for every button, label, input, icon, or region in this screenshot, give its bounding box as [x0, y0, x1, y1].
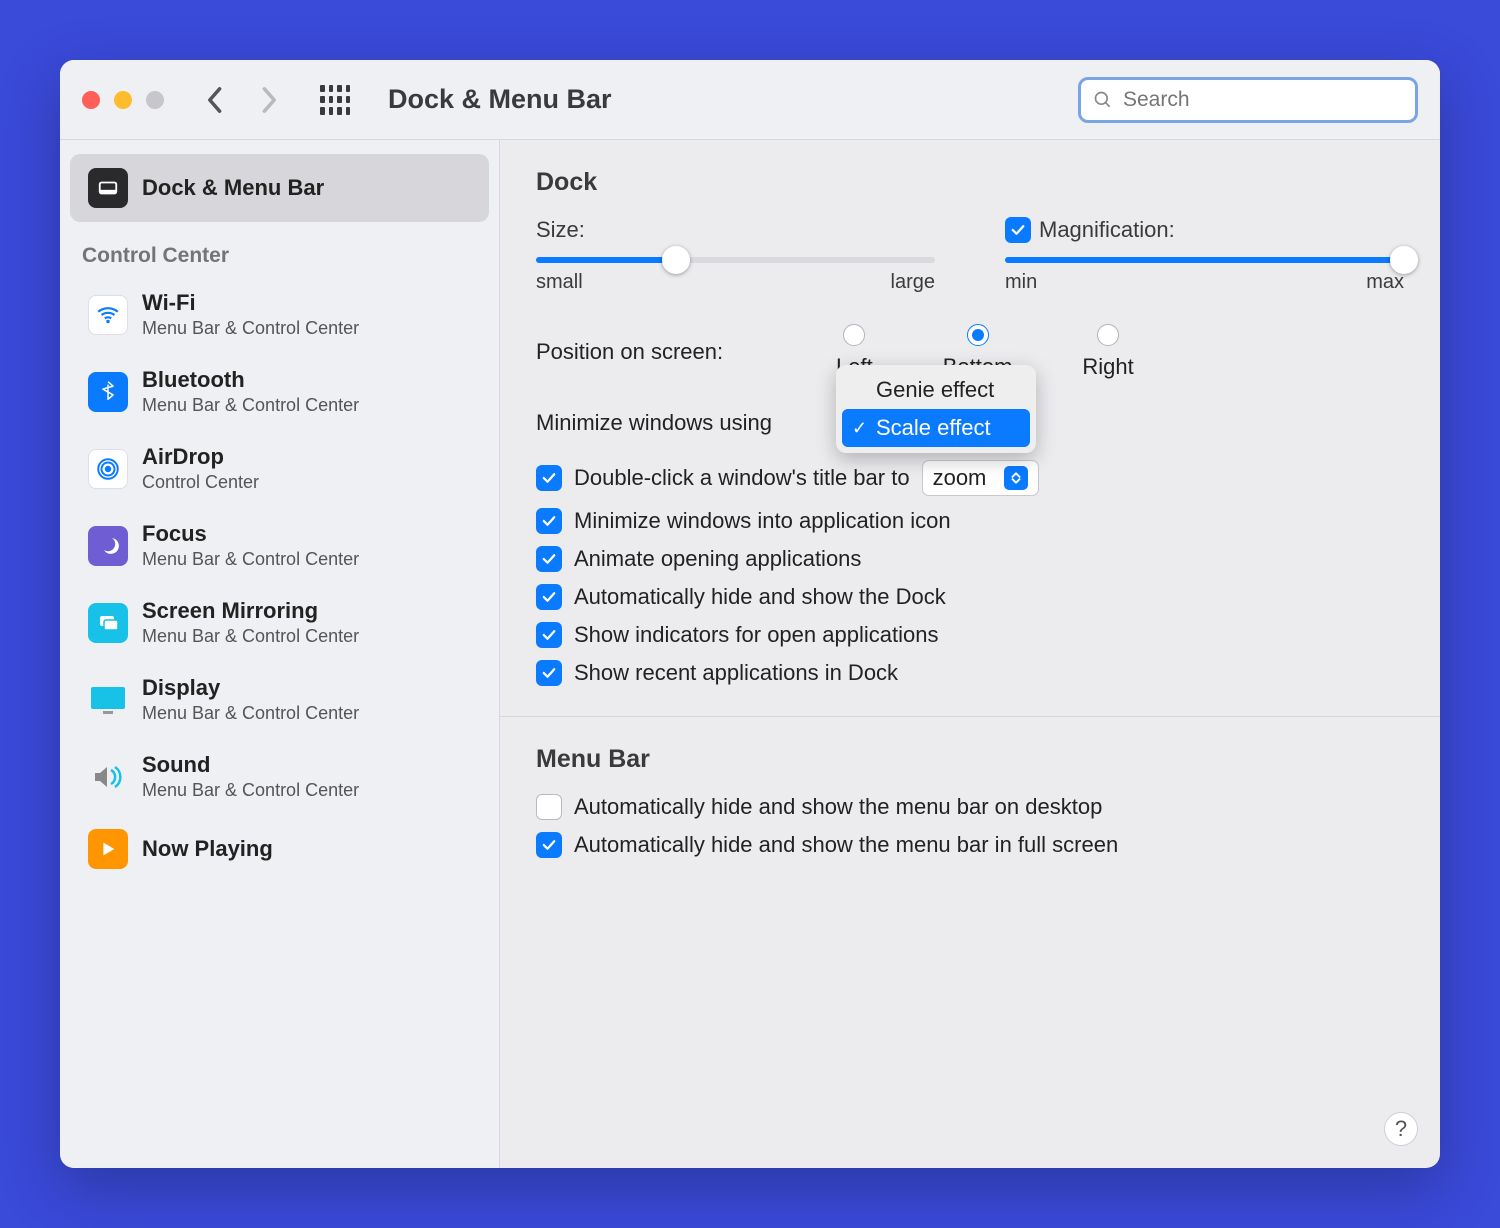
size-slider[interactable] — [536, 257, 935, 263]
doubleclick-label: Double-click a window's title bar to — [574, 465, 910, 491]
sidebar-item-label: Now Playing — [142, 836, 273, 862]
airdrop-icon — [88, 449, 128, 489]
sidebar-item-sublabel: Menu Bar & Control Center — [142, 703, 359, 724]
position-right-label: Right — [1082, 354, 1133, 380]
sidebar-item-display[interactable]: Display Menu Bar & Control Center — [70, 661, 489, 738]
magnification-label: Magnification: — [1039, 217, 1175, 243]
sidebar-item-sublabel: Menu Bar & Control Center — [142, 549, 359, 570]
position-left-radio[interactable] — [843, 324, 865, 346]
preferences-window: Dock & Menu Bar Dock & Menu Bar Control … — [60, 60, 1440, 1168]
opt-label: Show recent applications in Dock — [574, 660, 898, 686]
show-all-icon[interactable] — [320, 85, 350, 115]
display-icon — [88, 680, 128, 720]
sidebar-item-label: AirDrop — [142, 444, 259, 470]
search-field[interactable] — [1078, 77, 1418, 123]
sidebar-item-now-playing[interactable]: Now Playing — [70, 815, 489, 883]
sidebar-item-wifi[interactable]: Wi-Fi Menu Bar & Control Center — [70, 276, 489, 353]
back-button[interactable] — [204, 86, 224, 114]
sidebar-section-label: Control Center — [60, 222, 499, 276]
minimize-option-scale[interactable]: ✓ Scale effect — [842, 409, 1030, 447]
opt-label: Automatically hide and show the Dock — [574, 584, 946, 610]
opt-label: Automatically hide and show the menu bar… — [574, 794, 1102, 820]
sidebar-item-label: Wi-Fi — [142, 290, 359, 316]
sidebar-item-airdrop[interactable]: AirDrop Control Center — [70, 430, 489, 507]
close-window-button[interactable] — [82, 91, 100, 109]
show-recent-checkbox[interactable] — [536, 660, 562, 686]
sidebar-item-bluetooth[interactable]: Bluetooth Menu Bar & Control Center — [70, 353, 489, 430]
sidebar-item-dock-menubar[interactable]: Dock & Menu Bar — [70, 154, 489, 222]
dock-heading: Dock — [536, 168, 1404, 197]
sidebar-item-screen-mirroring[interactable]: Screen Mirroring Menu Bar & Control Cent… — [70, 584, 489, 661]
animate-opening-checkbox[interactable] — [536, 546, 562, 572]
sidebar: Dock & Menu Bar Control Center Wi-Fi Men… — [60, 140, 500, 1168]
sidebar-item-sublabel: Menu Bar & Control Center — [142, 318, 359, 339]
minimize-into-icon-checkbox[interactable] — [536, 508, 562, 534]
size-max-label: large — [891, 271, 935, 294]
sidebar-item-label: Dock & Menu Bar — [142, 175, 324, 201]
sidebar-item-sound[interactable]: Sound Menu Bar & Control Center — [70, 738, 489, 815]
size-label: Size: — [536, 217, 935, 243]
sidebar-item-sublabel: Menu Bar & Control Center — [142, 395, 359, 416]
size-min-label: small — [536, 271, 583, 294]
titlebar: Dock & Menu Bar — [60, 60, 1440, 140]
checkmark-icon: ✓ — [852, 418, 867, 439]
sidebar-item-focus[interactable]: Focus Menu Bar & Control Center — [70, 507, 489, 584]
wifi-icon — [88, 295, 128, 335]
minimize-option-genie[interactable]: Genie effect — [842, 371, 1030, 409]
opt-label: Show indicators for open applications — [574, 622, 938, 648]
minimize-dropdown[interactable]: Genie effect ✓ Scale effect — [836, 365, 1036, 453]
size-slider-knob[interactable] — [662, 246, 690, 274]
opt-label: Animate opening applications — [574, 546, 861, 572]
screen-mirroring-icon — [88, 603, 128, 643]
help-button[interactable]: ? — [1384, 1112, 1418, 1146]
sidebar-item-label: Focus — [142, 521, 359, 547]
show-indicators-checkbox[interactable] — [536, 622, 562, 648]
opt-label: Automatically hide and show the menu bar… — [574, 832, 1118, 858]
search-input[interactable] — [1123, 88, 1403, 112]
sidebar-item-label: Display — [142, 675, 359, 701]
window-controls — [82, 91, 164, 109]
focus-icon — [88, 526, 128, 566]
menubar-panel: Menu Bar Automatically hide and show the… — [500, 717, 1440, 888]
dock-icon — [88, 168, 128, 208]
position-label: Position on screen: — [536, 339, 816, 365]
search-icon — [1093, 90, 1113, 110]
now-playing-icon — [88, 829, 128, 869]
sidebar-item-sublabel: Menu Bar & Control Center — [142, 626, 359, 647]
doubleclick-checkbox[interactable] — [536, 465, 562, 491]
position-bottom-radio[interactable] — [967, 324, 989, 346]
sidebar-item-sublabel: Menu Bar & Control Center — [142, 780, 359, 801]
content-pane: Dock Size: small large — [500, 140, 1440, 1168]
position-right-radio[interactable] — [1097, 324, 1119, 346]
magnification-slider[interactable] — [1005, 257, 1404, 263]
magnification-checkbox[interactable] — [1005, 217, 1031, 243]
forward-button[interactable] — [260, 86, 280, 114]
dock-panel: Dock Size: small large — [500, 140, 1440, 717]
sidebar-item-label: Screen Mirroring — [142, 598, 359, 624]
sound-icon — [88, 757, 128, 797]
sidebar-item-label: Sound — [142, 752, 359, 778]
autohide-menubar-desktop-checkbox[interactable] — [536, 794, 562, 820]
autohide-menubar-fullscreen-checkbox[interactable] — [536, 832, 562, 858]
nav-arrows — [204, 86, 280, 114]
window-title: Dock & Menu Bar — [388, 84, 1078, 115]
doubleclick-select[interactable]: zoom — [922, 460, 1040, 496]
menubar-heading: Menu Bar — [536, 745, 1404, 774]
minimize-label: Minimize windows using — [536, 410, 772, 436]
sidebar-item-label: Bluetooth — [142, 367, 359, 393]
minimize-window-button[interactable] — [114, 91, 132, 109]
opt-label: Minimize windows into application icon — [574, 508, 951, 534]
autohide-dock-checkbox[interactable] — [536, 584, 562, 610]
zoom-window-button[interactable] — [146, 91, 164, 109]
sidebar-item-sublabel: Control Center — [142, 472, 259, 493]
magnification-slider-knob[interactable] — [1390, 246, 1418, 274]
magnification-min-label: min — [1005, 271, 1037, 294]
magnification-max-label: max — [1366, 271, 1404, 294]
bluetooth-icon — [88, 372, 128, 412]
chevron-updown-icon — [1004, 466, 1028, 490]
